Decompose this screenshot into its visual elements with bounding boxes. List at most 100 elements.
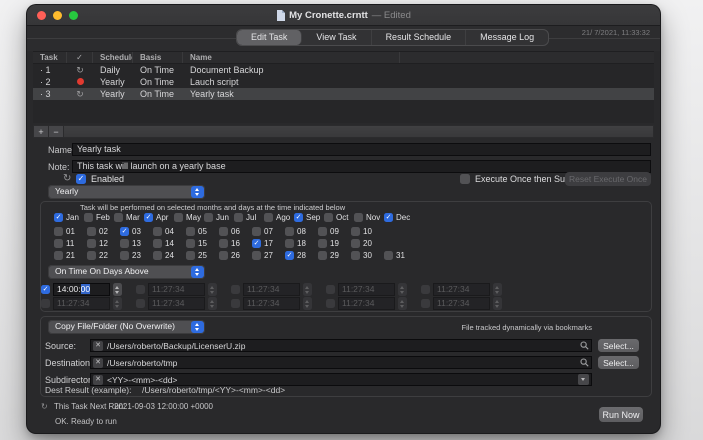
day-02[interactable]: 02 [87, 226, 120, 236]
day-21[interactable]: 21 [54, 250, 87, 260]
day-22[interactable]: 22 [87, 250, 120, 260]
day-11[interactable]: 11 [54, 238, 87, 248]
day-24[interactable]: 24 [153, 250, 186, 260]
month-feb[interactable]: Feb [84, 212, 114, 222]
time-enabled-checkbox[interactable] [136, 285, 145, 294]
day-15[interactable]: 15 [186, 238, 219, 248]
tab-view-task[interactable]: View Task [302, 30, 372, 45]
month-checkbox[interactable] [54, 212, 63, 222]
day-27[interactable]: 27 [252, 250, 285, 260]
time-enabled-checkbox[interactable] [231, 285, 240, 294]
time-stepper-icon[interactable] [303, 283, 312, 296]
time-field[interactable]: 11:27:34 [243, 283, 300, 296]
day-checkbox[interactable] [54, 226, 63, 236]
enabled-checkbox[interactable] [76, 174, 86, 184]
remove-task-button[interactable]: − [49, 126, 64, 137]
month-checkbox[interactable] [324, 212, 333, 222]
time-field[interactable]: 11:27:34 [53, 297, 110, 310]
time-field[interactable]: 11:27:34 [433, 297, 490, 310]
day-13[interactable]: 13 [120, 238, 153, 248]
day-26[interactable]: 26 [219, 250, 252, 260]
clear-source-button[interactable]: ✕ [93, 340, 103, 351]
month-checkbox[interactable] [174, 212, 183, 222]
table-row[interactable]: · 2 Yearly On Time Lauch script [33, 76, 654, 88]
run-now-button[interactable]: Run Now [599, 407, 643, 422]
table-row[interactable]: · 3 ↻ Yearly On Time Yearly task [33, 88, 654, 100]
day-10[interactable]: 10 [351, 226, 384, 236]
chevron-down-icon[interactable] [578, 374, 589, 385]
time-stepper-icon[interactable] [398, 283, 407, 296]
table-row[interactable]: · 1 ↻ Daily On Time Document Backup [33, 64, 654, 76]
day-checkbox[interactable] [252, 226, 261, 236]
day-04[interactable]: 04 [153, 226, 186, 236]
time-stepper-icon[interactable] [493, 283, 502, 296]
time-enabled-checkbox[interactable] [136, 299, 145, 308]
select-source-button[interactable]: Select... [598, 339, 639, 352]
add-task-button[interactable]: + [34, 126, 49, 137]
source-input[interactable]: ✕ /Users/roberto/Backup/LicenserU.zip [90, 339, 592, 352]
month-checkbox[interactable] [144, 212, 153, 222]
month-dec[interactable]: Dec [384, 212, 414, 222]
month-checkbox[interactable] [84, 212, 93, 222]
day-07[interactable]: 07 [252, 226, 285, 236]
month-checkbox[interactable] [264, 212, 273, 222]
day-14[interactable]: 14 [153, 238, 186, 248]
day-12[interactable]: 12 [87, 238, 120, 248]
time-stepper-icon[interactable] [493, 297, 502, 310]
day-checkbox[interactable] [120, 238, 129, 248]
day-18[interactable]: 18 [285, 238, 318, 248]
time-enabled-checkbox[interactable] [41, 299, 50, 308]
time-field[interactable]: 11:27:34 [148, 283, 205, 296]
schedule-type-popup[interactable]: Yearly [48, 185, 205, 199]
day-checkbox[interactable] [153, 250, 162, 260]
day-05[interactable]: 05 [186, 226, 219, 236]
month-nov[interactable]: Nov [354, 212, 384, 222]
search-icon[interactable] [580, 358, 589, 367]
time-enabled-checkbox[interactable] [421, 285, 430, 294]
day-checkbox[interactable] [153, 226, 162, 236]
clear-destination-button[interactable]: ✕ [93, 357, 103, 368]
day-checkbox[interactable] [318, 250, 327, 260]
time-enabled-checkbox[interactable] [41, 285, 50, 294]
time-enabled-checkbox[interactable] [326, 285, 335, 294]
month-may[interactable]: May [174, 212, 204, 222]
day-09[interactable]: 09 [318, 226, 351, 236]
day-checkbox[interactable] [153, 238, 162, 248]
time-stepper-icon[interactable] [208, 283, 217, 296]
month-checkbox[interactable] [204, 212, 213, 222]
day-checkbox[interactable] [186, 250, 195, 260]
destination-input[interactable]: ✕ /Users/roberto/tmp [90, 356, 592, 369]
day-checkbox[interactable] [54, 250, 63, 260]
day-checkbox[interactable] [87, 226, 96, 236]
day-checkbox[interactable] [285, 226, 294, 236]
day-checkbox[interactable] [186, 226, 195, 236]
execute-once-checkbox[interactable] [460, 174, 470, 184]
day-checkbox[interactable] [120, 250, 129, 260]
month-checkbox[interactable] [234, 212, 243, 222]
month-jan[interactable]: Jan [54, 212, 84, 222]
day-checkbox[interactable] [219, 250, 228, 260]
reset-execute-once-button[interactable]: Reset Execute Once [565, 172, 651, 186]
day-checkbox[interactable] [252, 238, 261, 248]
time-stepper-icon[interactable] [208, 297, 217, 310]
day-17[interactable]: 17 [252, 238, 285, 248]
day-03[interactable]: 03 [120, 226, 153, 236]
month-checkbox[interactable] [384, 212, 393, 222]
day-08[interactable]: 08 [285, 226, 318, 236]
day-06[interactable]: 06 [219, 226, 252, 236]
day-checkbox[interactable] [285, 250, 294, 260]
month-mar[interactable]: Mar [114, 212, 144, 222]
time-field[interactable]: 11:27:34 [338, 297, 395, 310]
day-16[interactable]: 16 [219, 238, 252, 248]
clear-subdirectory-button[interactable]: ✕ [93, 374, 103, 385]
time-enabled-checkbox[interactable] [421, 299, 430, 308]
tab-result-schedule[interactable]: Result Schedule [372, 30, 467, 45]
search-icon[interactable] [580, 341, 589, 350]
time-field[interactable]: 11:27:34 [243, 297, 300, 310]
month-ago[interactable]: Ago [264, 212, 294, 222]
time-field[interactable]: 11:27:34 [433, 283, 490, 296]
day-checkbox[interactable] [186, 238, 195, 248]
month-checkbox[interactable] [114, 212, 123, 222]
tab-message-log[interactable]: Message Log [466, 30, 548, 45]
day-31[interactable]: 31 [384, 250, 417, 260]
